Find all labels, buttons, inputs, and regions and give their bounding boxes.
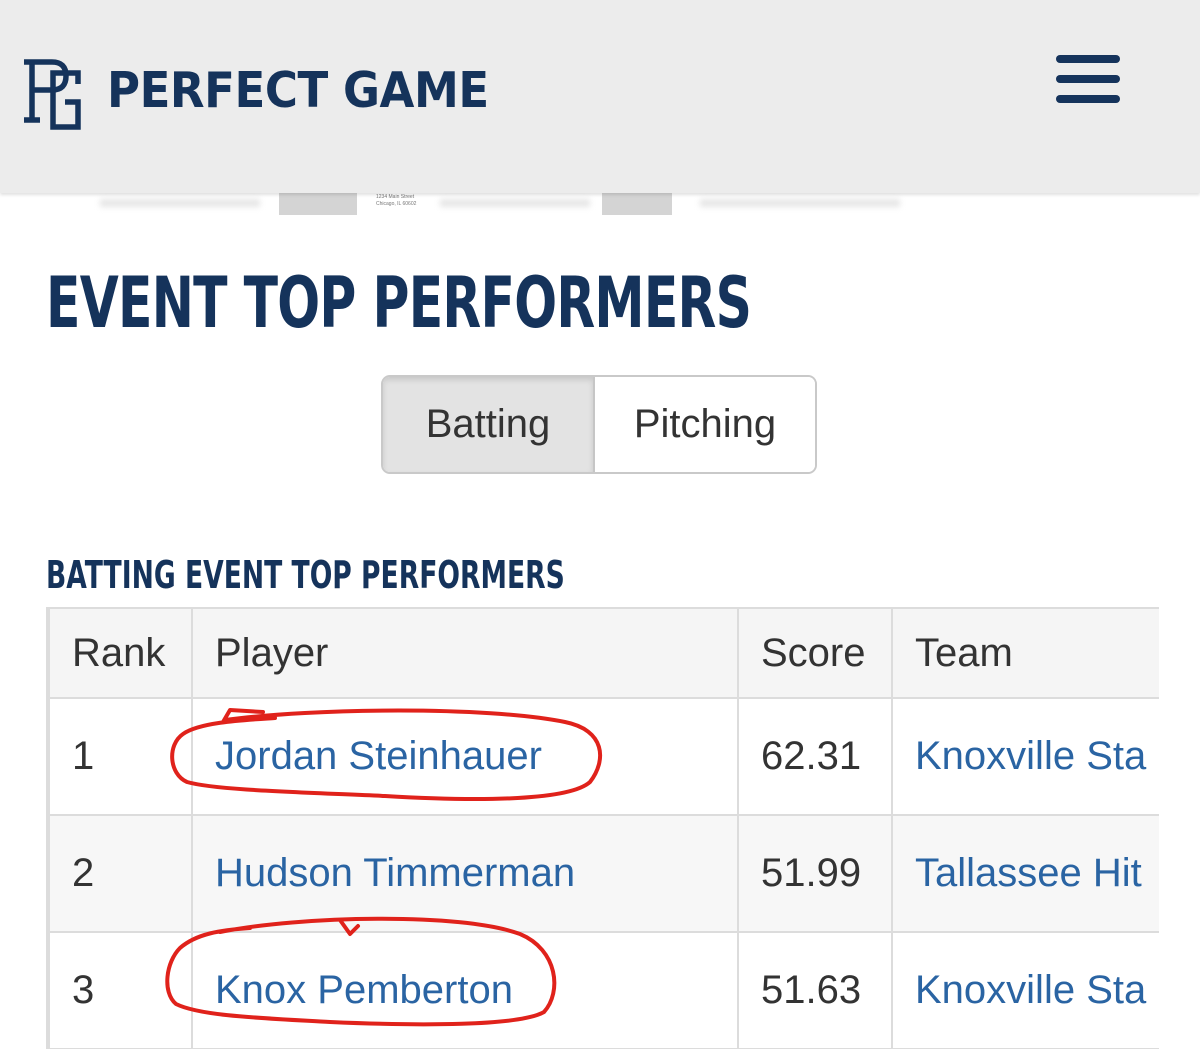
score-cell: 51.63 (738, 932, 893, 1049)
tab-pitching[interactable]: Pitching (595, 377, 815, 472)
tab-batting[interactable]: Batting (383, 377, 595, 472)
column-header-player: Player (192, 609, 739, 699)
performers-table: Rank Player Score Team 1 Jordan Steinhau… (46, 607, 1159, 1049)
team-link[interactable]: Knoxville Sta (915, 968, 1146, 1012)
page-title: EVENT TOP PERFORMERS (46, 262, 752, 344)
brand-name[interactable]: PERFECT GAME (107, 62, 489, 119)
score-cell: 62.31 (738, 698, 893, 816)
column-header-rank: Rank (50, 609, 193, 699)
team-link[interactable]: Tallassee Hit (915, 851, 1142, 895)
team-link[interactable]: Knoxville Sta (915, 734, 1146, 778)
column-header-team: Team (892, 609, 1159, 699)
column-header-score: Score (738, 609, 893, 699)
ad-banner[interactable]: 1234 Main Street Chicago, IL 60602 (0, 193, 1200, 218)
section-title: BATTING EVENT TOP PERFORMERS (46, 553, 565, 597)
rank-cell: 2 (50, 815, 193, 933)
table-header-row: Rank Player Score Team (50, 609, 1159, 699)
hamburger-menu-icon[interactable] (1052, 55, 1124, 107)
player-link[interactable]: Hudson Timmerman (215, 851, 575, 895)
rank-cell: 3 (50, 932, 193, 1049)
table-row: 2 Hudson Timmerman 51.99 Tallassee Hit (50, 815, 1159, 933)
stats-toggle: Batting Pitching (381, 375, 817, 474)
table-row: 3 Knox Pemberton 51.63 Knoxville Sta (50, 932, 1159, 1049)
player-link[interactable]: Knox Pemberton (215, 968, 513, 1012)
player-link[interactable]: Jordan Steinhauer (215, 734, 542, 778)
score-cell: 51.99 (738, 815, 893, 933)
ad-address: 1234 Main Street Chicago, IL 60602 (376, 194, 417, 207)
table-row: 1 Jordan Steinhauer 62.31 Knoxville Sta (50, 698, 1159, 816)
rank-cell: 1 (50, 698, 193, 816)
pg-logo-icon[interactable] (22, 54, 84, 130)
site-header: PERFECT GAME (0, 0, 1200, 193)
